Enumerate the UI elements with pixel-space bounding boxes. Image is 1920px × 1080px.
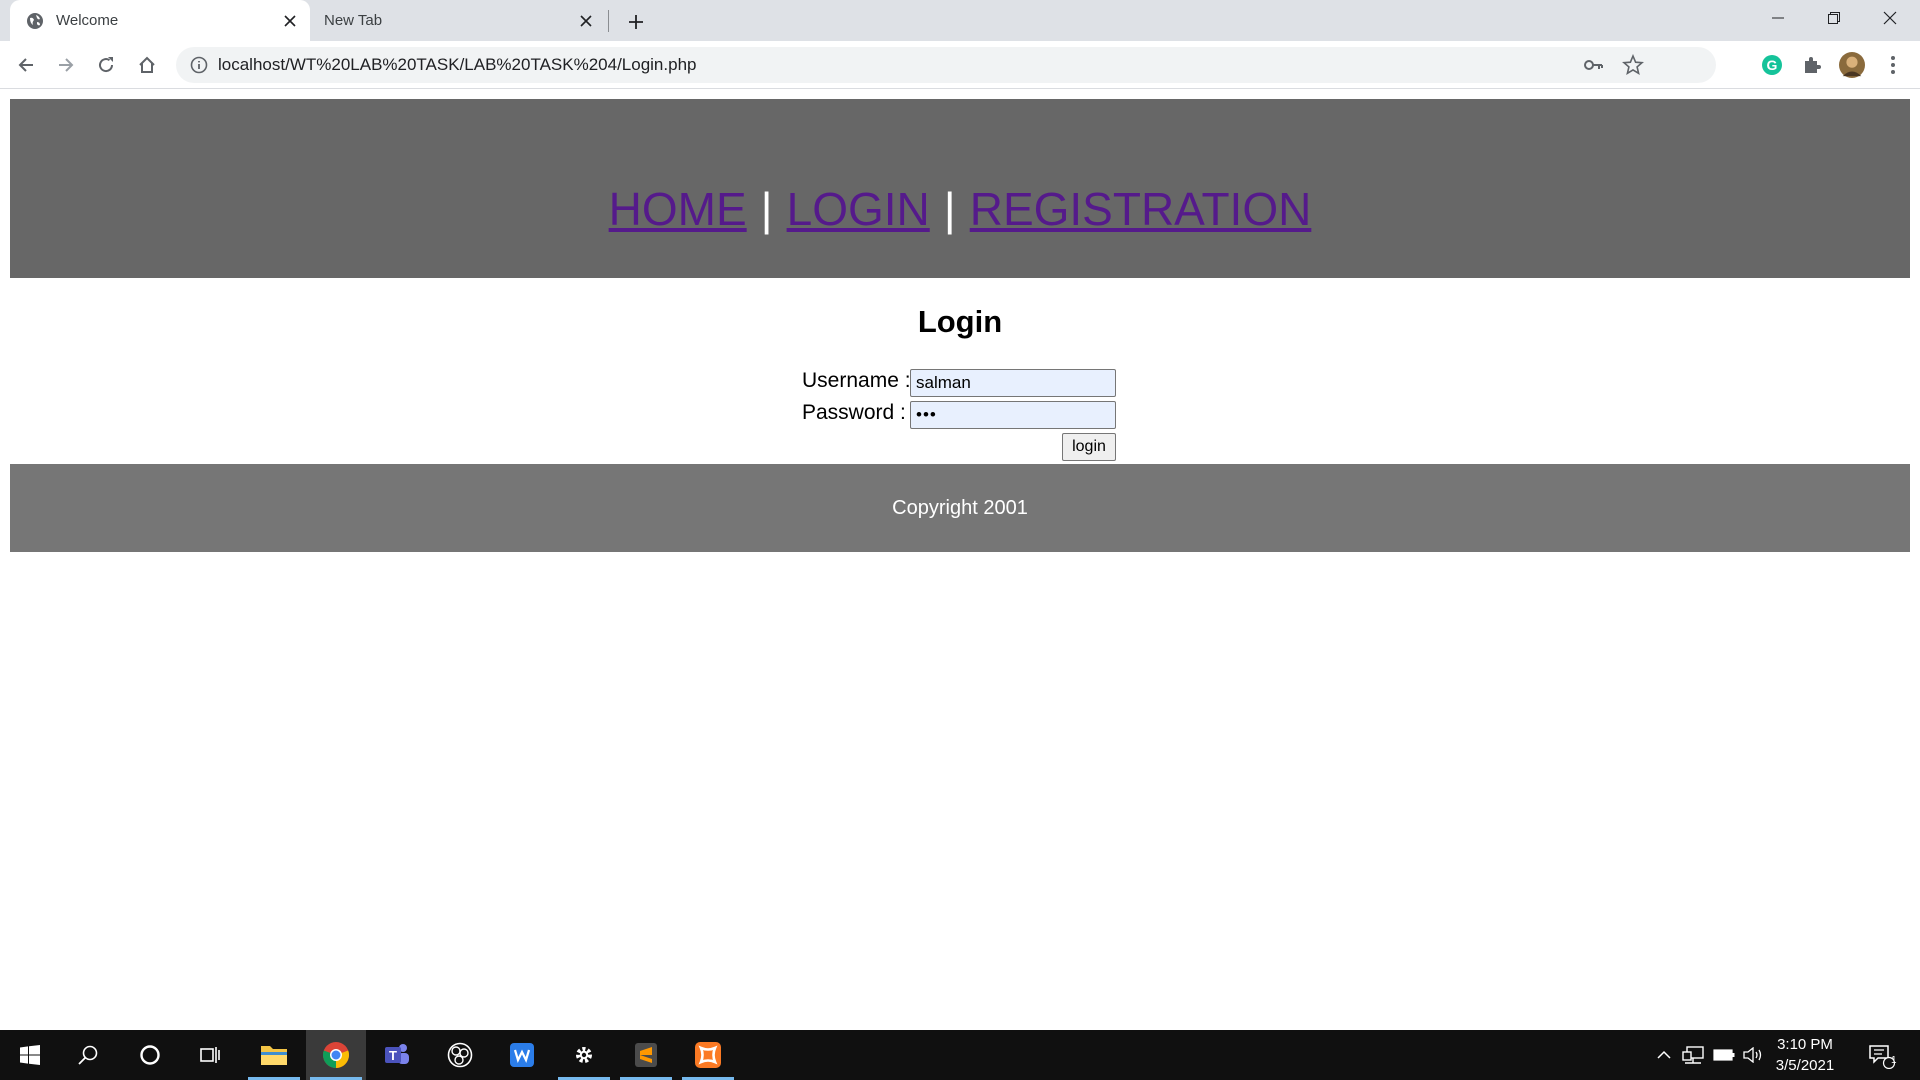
clock-date: 3/5/2021 (1775, 1057, 1835, 1074)
notification-count-badge: 1 (1891, 1055, 1897, 1066)
task-view-button[interactable] (180, 1030, 240, 1080)
restore-button[interactable] (1806, 0, 1862, 36)
profile-avatar-icon[interactable] (1839, 52, 1865, 78)
address-bar[interactable]: localhost/WT%20LAB%20TASK/LAB%20TASK%204… (176, 47, 1716, 83)
show-hidden-icons-button[interactable] (1652, 1030, 1676, 1080)
windows-taskbar: T 3:10 PM 3/5/2021 1 (0, 1030, 1920, 1080)
xampp-taskbar-button[interactable] (678, 1030, 738, 1080)
more-menu-icon[interactable] (1880, 52, 1906, 78)
reload-icon (99, 57, 114, 73)
search-icon (78, 1045, 98, 1065)
star-icon[interactable] (1622, 54, 1644, 76)
tab-title: New Tab (324, 12, 383, 29)
close-tab-icon[interactable] (574, 9, 598, 33)
sublime-text-taskbar-button[interactable] (616, 1030, 676, 1080)
login-button[interactable]: login (1062, 433, 1116, 461)
page-footer: Copyright 2001 (10, 464, 1910, 552)
url-text[interactable]: localhost/WT%20LAB%20TASK/LAB%20TASK%204… (218, 55, 696, 75)
back-button[interactable] (10, 49, 42, 81)
svg-text:T: T (389, 1048, 397, 1063)
action-center-button[interactable]: 1 (1862, 1030, 1900, 1080)
nav-link-registration[interactable]: REGISTRATION (970, 183, 1312, 235)
info-icon[interactable] (190, 56, 208, 74)
obs-taskbar-button[interactable] (430, 1030, 490, 1080)
grammarly-extension-icon[interactable]: G (1759, 52, 1785, 78)
teams-icon: T (385, 1044, 409, 1064)
folder-icon (261, 1046, 287, 1065)
page-title: Login (917, 304, 1003, 339)
copyright-text: Copyright 2001 (892, 496, 1028, 519)
volume-tray-button[interactable] (1740, 1030, 1766, 1080)
chrome-icon (322, 1042, 350, 1068)
sublime-icon (635, 1043, 657, 1067)
obs-icon (447, 1042, 473, 1068)
extensions-puzzle-icon[interactable] (1799, 52, 1825, 78)
windows-logo-icon (20, 1045, 40, 1065)
cortana-button[interactable] (120, 1030, 180, 1080)
svg-text:G: G (1767, 57, 1778, 73)
home-button[interactable] (131, 49, 163, 81)
arrow-left-icon (18, 58, 33, 72)
search-button[interactable] (58, 1030, 118, 1080)
close-window-button[interactable] (1862, 0, 1918, 36)
arrow-right-icon (59, 58, 74, 72)
plus-icon (629, 15, 643, 29)
wps-writer-taskbar-button[interactable] (492, 1030, 552, 1080)
clock-time: 3:10 PM (1777, 1036, 1833, 1053)
tab-welcome[interactable]: Welcome (10, 0, 310, 41)
browser-tab-strip: Welcome New Tab (0, 0, 1920, 41)
minimize-button[interactable] (1750, 0, 1806, 36)
nav-link-login[interactable]: LOGIN (787, 183, 930, 235)
password-input[interactable] (910, 401, 1116, 429)
page-header: HOME | LOGIN | REGISTRATION (10, 99, 1910, 278)
writer-w-icon (510, 1043, 534, 1067)
network-tray-button[interactable] (1680, 1030, 1706, 1080)
password-label: Password : (802, 401, 906, 424)
restore-icon (1828, 12, 1840, 24)
new-tab-button[interactable] (622, 8, 650, 36)
username-label: Username : (802, 369, 911, 392)
browser-toolbar: localhost/WT%20LAB%20TASK/LAB%20TASK%204… (0, 41, 1920, 89)
start-button[interactable] (0, 1030, 60, 1080)
system-clock[interactable]: 3:10 PM 3/5/2021 (1766, 1034, 1844, 1076)
battery-tray-button[interactable] (1711, 1030, 1737, 1080)
close-icon (1883, 11, 1897, 25)
tab-separator (608, 10, 609, 32)
key-icon[interactable] (1582, 54, 1604, 76)
username-input[interactable] (910, 369, 1116, 397)
tab-title: Welcome (56, 12, 119, 29)
battery-icon (1713, 1049, 1735, 1061)
globe-icon (27, 12, 43, 29)
network-icon (1682, 1046, 1704, 1064)
teams-taskbar-button[interactable]: T (367, 1030, 427, 1080)
nav-separator: | (760, 183, 773, 235)
file-explorer-taskbar-button[interactable] (244, 1030, 304, 1080)
close-tab-icon[interactable] (278, 9, 302, 33)
forward-button[interactable] (50, 49, 82, 81)
main-nav: HOME | LOGIN | REGISTRATION (10, 186, 1910, 232)
speaker-icon (1743, 1047, 1762, 1063)
nav-link-home[interactable]: HOME (609, 183, 747, 235)
chrome-taskbar-button[interactable] (306, 1030, 366, 1080)
chevron-up-icon (1657, 1050, 1671, 1059)
settings-taskbar-button[interactable] (554, 1030, 614, 1080)
tab-new-tab[interactable]: New Tab (310, 0, 606, 41)
minimize-icon (1772, 17, 1784, 19)
gear-icon (576, 1047, 592, 1063)
task-view-icon (200, 1047, 220, 1063)
reload-button[interactable] (90, 49, 122, 81)
xampp-icon (695, 1042, 721, 1068)
nav-separator: | (943, 183, 956, 235)
home-icon (139, 56, 155, 73)
cortana-circle-icon (140, 1045, 160, 1065)
